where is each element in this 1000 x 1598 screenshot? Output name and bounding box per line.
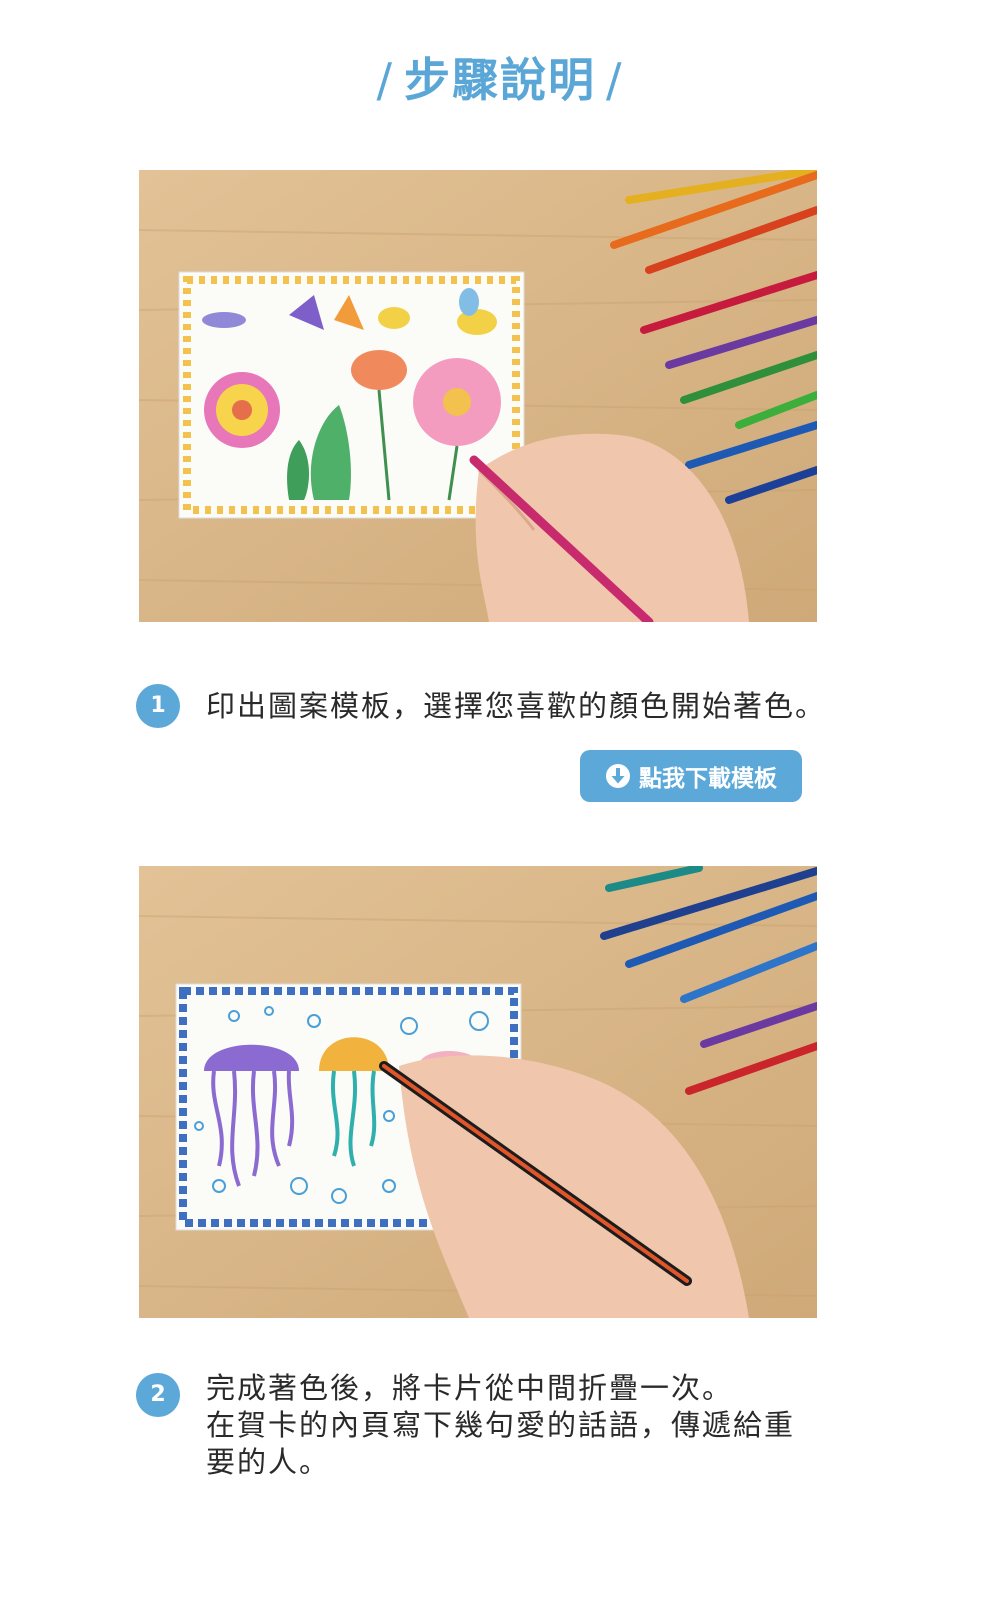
step-2-badge: 2	[136, 1373, 180, 1417]
step-2-line-2: 在賀卡的內頁寫下幾句愛的話語，傳遞給重	[206, 1408, 796, 1442]
step-2-line-3: 要的人。	[206, 1445, 331, 1479]
page-title: / 步驟說明 /	[0, 44, 1000, 110]
step-2-line-1: 完成著色後，將卡片從中間折疊一次。	[206, 1371, 734, 1405]
step-1-photo	[139, 170, 817, 622]
step-2-photo	[139, 866, 817, 1318]
title-text: 步驟說明	[404, 53, 596, 107]
title-slash-left: /	[376, 53, 394, 107]
step-2-text: 完成著色後，將卡片從中間折疊一次。 在賀卡的內頁寫下幾句愛的話語，傳遞給重 要的…	[206, 1370, 826, 1481]
step-1-line-1: 印出圖案模板，選擇您喜歡的顏色開始著色。	[206, 689, 827, 723]
step-1-text: 印出圖案模板，選擇您喜歡的顏色開始著色。	[206, 688, 826, 725]
download-template-button[interactable]: 點我下載模板	[580, 750, 802, 802]
download-arrow-icon	[606, 764, 630, 788]
title-slash-right: /	[606, 53, 624, 107]
step-1-badge: 1	[136, 684, 180, 728]
download-button-label: 點我下載模板	[639, 766, 777, 792]
